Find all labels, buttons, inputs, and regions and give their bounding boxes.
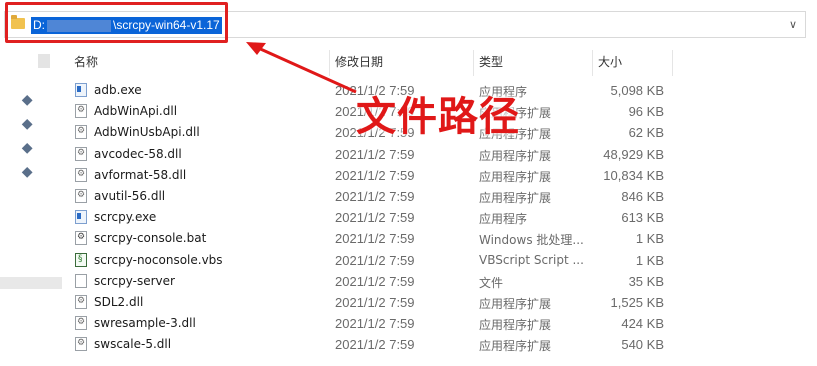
bat-file-icon (75, 231, 87, 246)
file-file-icon (75, 273, 87, 288)
exe-file-icon (75, 210, 87, 225)
file-date: 2021/1/2 7:59 (335, 316, 415, 332)
dll-file-icon (75, 295, 87, 309)
file-name: AdbWinUsbApi.dll (94, 125, 200, 140)
file-size: 613 KB (621, 210, 664, 226)
file-name: avcodec-58.dll (94, 146, 182, 161)
column-size[interactable]: 大小 (598, 50, 622, 74)
file-date: 2021/1/2 7:59 (335, 252, 415, 268)
file-row[interactable]: avformat-58.dll 2021/1/2 7:59 应用程序扩展 10,834… (62, 165, 672, 186)
file-name: scrcpy-console.bat (94, 231, 207, 246)
file-row[interactable]: scrcpy-console.bat 2021/1/2 7:59 Windows 批… (62, 228, 672, 249)
file-size: 35 KB (628, 273, 664, 289)
file-size: 48,929 KB (603, 146, 664, 162)
file-name: adb.exe (94, 83, 142, 97)
dll-file-icon (75, 146, 87, 161)
file-date: 2021/1/2 7:59 (335, 189, 415, 204)
pin-icon[interactable]: ■ (20, 165, 34, 180)
file-size: 1 KB (635, 231, 664, 247)
file-size: 1 KB (635, 252, 664, 268)
file-row[interactable]: avcodec-58.dll 2021/1/2 7:59 应用程序扩展 48,929 … (62, 144, 672, 165)
file-name: scrcpy.exe (94, 210, 157, 225)
file-type: 应用程序扩展 (479, 297, 552, 311)
file-row[interactable]: swresample-3.dll 2021/1/2 7:59 应用程序扩展 424 K… (62, 313, 672, 334)
file-size: 540 KB (621, 337, 664, 353)
file-name: avformat-58.dll (94, 167, 187, 182)
file-type: Windows 批处理... (479, 233, 584, 248)
file-size: 62 KB (628, 125, 664, 141)
highlight-box (5, 2, 228, 43)
annotation-label: 文件路径 (356, 94, 520, 140)
pin-icon[interactable]: ■ (20, 117, 34, 132)
file-date: 2021/1/2 7:59 (335, 295, 415, 310)
file-row[interactable]: scrcpy-server 2021/1/2 7:59 文件 35 KB (62, 271, 672, 292)
file-type: 应用程序扩展 (479, 339, 552, 354)
file-size: 96 KB (628, 104, 664, 120)
file-row[interactable]: scrcpy-noconsole.vbs 2021/1/2 7:59 VBScrip… (62, 250, 672, 271)
navigation-pane: ■ ■ ■ ■ (0, 44, 62, 366)
column-separator[interactable] (473, 50, 474, 76)
file-date: 2021/1/2 7:59 (335, 273, 415, 289)
file-name: scrcpy-server (94, 273, 175, 288)
pin-icon[interactable]: ■ (20, 141, 34, 156)
column-separator[interactable] (329, 50, 330, 76)
file-name: avutil-56.dll (94, 189, 166, 203)
column-date[interactable]: 修改日期 (335, 50, 383, 74)
file-type: 应用程序扩展 (479, 318, 552, 333)
file-name: swscale-5.dll (94, 337, 172, 352)
file-row[interactable]: SDL2.dll 2021/1/2 7:59 应用程序扩展 1,525 KB (62, 292, 672, 313)
file-date: 2021/1/2 7:59 (335, 231, 415, 247)
file-name: SDL2.dll (94, 295, 144, 309)
file-type: 应用程序扩展 (479, 169, 552, 184)
column-separator[interactable] (672, 50, 673, 76)
chevron-down-icon[interactable]: ∨ (789, 18, 797, 32)
file-type: 文件 (479, 275, 504, 290)
file-date: 2021/1/2 7:59 (335, 210, 415, 226)
file-type: 应用程序扩展 (479, 191, 552, 205)
dll-file-icon (75, 104, 87, 119)
file-date: 2021/1/2 7:59 (335, 146, 415, 162)
exe-file-icon (75, 83, 87, 97)
scrollbar-thumb[interactable] (38, 54, 50, 68)
file-size: 1,525 KB (610, 295, 665, 310)
file-type: 应用程序扩展 (479, 148, 552, 163)
file-type: 应用程序 (479, 212, 528, 227)
dll-file-icon (75, 337, 87, 352)
file-size: 424 KB (621, 316, 664, 332)
column-type[interactable]: 类型 (479, 50, 503, 74)
file-row[interactable]: avutil-56.dll 2021/1/2 7:59 应用程序扩展 846 KB (62, 186, 672, 207)
file-date: 2021/1/2 7:59 (335, 167, 415, 183)
file-size: 846 KB (621, 189, 664, 204)
pin-icon[interactable]: ■ (20, 93, 34, 108)
vbs-file-icon (75, 252, 87, 267)
column-header: 名称 修改日期 类型 大小 (62, 50, 674, 76)
file-size: 10,834 KB (603, 167, 664, 183)
file-date: 2021/1/2 7:59 (335, 337, 415, 353)
dll-file-icon (75, 167, 87, 182)
file-row[interactable]: swscale-5.dll 2021/1/2 7:59 应用程序扩展 540 KB (62, 334, 672, 355)
file-size: 5,098 KB (610, 83, 665, 98)
file-name: scrcpy-noconsole.vbs (94, 252, 223, 267)
file-name: swresample-3.dll (94, 316, 196, 331)
dll-file-icon (75, 316, 87, 331)
dll-file-icon (75, 125, 87, 140)
column-name[interactable]: 名称 (74, 50, 98, 74)
dll-file-icon (75, 189, 87, 203)
file-name: AdbWinApi.dll (94, 104, 178, 119)
file-row[interactable]: scrcpy.exe 2021/1/2 7:59 应用程序 613 KB (62, 207, 672, 228)
file-type: VBScript Script ... (479, 252, 584, 267)
column-separator[interactable] (592, 50, 593, 76)
nav-selected-band (0, 277, 62, 289)
